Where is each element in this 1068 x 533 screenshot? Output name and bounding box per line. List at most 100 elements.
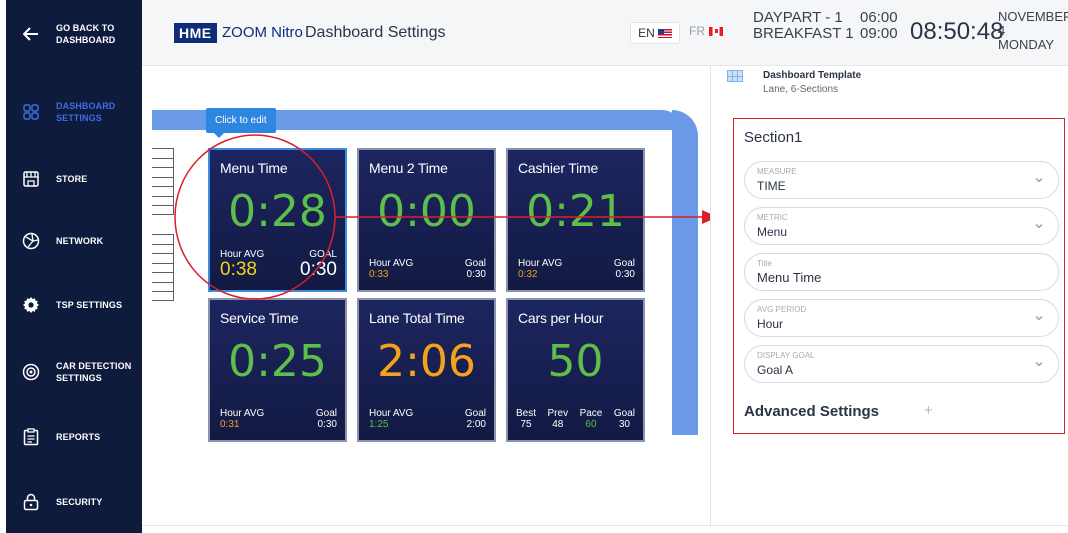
daypart-end: 09:00 [860,25,898,42]
language-fr-button[interactable]: FR [689,24,723,38]
tile-avg: Hour AVG 1:25 [369,408,413,430]
tile-title: Menu Time [220,160,288,176]
sidebar-item-network[interactable]: NETWORK [6,230,142,252]
display-goal-select[interactable]: DISPLAY GOAL Goal A [744,345,1059,383]
field-value: Hour [757,317,784,331]
tile-avg-label: Hour AVG [220,408,265,419]
tile-avg-value: 1:25 [369,419,389,430]
tile-goal: Goal 2:00 [465,408,486,430]
sidebar-item-label: CAR DETECTION SETTINGS [56,361,132,383]
stat-pace: Pace 60 [580,408,603,430]
tile-cars-per-hour[interactable]: Cars per Hour 50 Best 75 Prev 48 Pace 60 Go… [506,298,645,442]
canada-flag-icon [709,26,723,36]
sidebar-item-store[interactable]: STORE [6,168,142,190]
tile-goal: GOAL 0:30 [300,249,337,280]
tile-menu-time[interactable]: Menu Time 0:28 Hour AVG 0:38 GOAL 0:30 [208,148,347,292]
template-icon [727,70,745,92]
advanced-settings-expand-button[interactable]: + [924,402,933,419]
tile-avg: Hour AVG 0:38 [220,249,264,280]
daypart-info: DAYPART - 1 BREAKFAST 1 [753,10,854,42]
clock: 08:50:48 [910,18,1004,45]
field-label: METRIC [757,213,788,222]
sidebar-item-dashboard-settings[interactable]: DASHBOARD SETTINGS [6,100,142,124]
car-detection-icon [20,361,42,383]
stat-best: Best 75 [516,408,536,430]
tile-title: Menu 2 Time [369,160,448,176]
tile-goal-value: 0:30 [317,419,337,430]
tile-goal: Goal 0:30 [465,258,486,280]
tile-goal: Goal 0:30 [316,408,337,430]
stat-value: 48 [552,419,564,430]
field-label: DISPLAY GOAL [757,351,815,360]
go-back-label: GO BACK TO DASHBOARD [56,23,116,45]
dashboard-preview: Menu Time 0:28 Hour AVG 0:38 GOAL 0:30 M… [142,66,710,525]
measure-select[interactable]: MEASURE TIME [744,161,1059,199]
lock-icon [20,491,42,513]
chevron-down-icon [1035,178,1043,183]
us-flag-icon [657,28,672,38]
sidebar-item-label: TSP SETTINGS [56,300,123,310]
sidebar-item-security[interactable]: SECURITY [6,491,142,513]
tile-avg-value: 0:31 [220,419,240,430]
sidebar-item-label: STORE [56,174,88,184]
tile-goal-value: 0:30 [300,259,337,280]
language-en-button[interactable]: EN [630,22,680,44]
header: HME ZOOM Nitro Dashboard Settings EN FR … [142,0,1068,66]
stat-label: Best [516,408,537,419]
store-icon [20,168,42,190]
tile-service-time[interactable]: Service Time 0:25 Hour AVG 0:31 Goal 0:3… [208,298,347,442]
field-value: Menu [757,225,788,239]
tile-value: 0:25 [228,336,327,387]
tile-value: 0:28 [228,186,327,237]
tile-cashier-time[interactable]: Cashier Time 0:21 Hour AVG 0:32 Goal 0:3… [506,148,645,292]
stat-value: 75 [520,419,532,430]
tile-goal-value: 0:30 [466,269,486,280]
tile-menu-2-time[interactable]: Menu 2 Time 0:00 Hour AVG 0:33 Goal 0:30 [357,148,496,292]
daypart-start: 06:00 [860,9,898,26]
tile-avg-value: 0:33 [369,269,389,280]
tile-goal: Goal 0:30 [614,258,635,280]
footer-divider [142,525,1068,526]
go-back-button[interactable]: GO BACK TO DASHBOARD [6,22,142,46]
advanced-settings-label: Advanced Settings [744,403,880,420]
tile-title: Cashier Time [518,160,599,176]
date-month-day: NOVEMBER 4 [998,9,1068,38]
page-title: Dashboard Settings [305,24,446,41]
daypart-name: BREAKFAST 1 [753,25,854,42]
tile-goal-label: Goal [464,258,486,269]
sidebar-item-label: SECURITY [56,497,103,507]
tile-avg: Hour AVG 0:33 [369,258,413,280]
stat-goal: Goal 30 [614,408,635,430]
tile-title: Cars per Hour [518,310,604,326]
tile-avg-label: Hour AVG [369,408,414,419]
stat-label: Prev [547,408,569,419]
sidebar-item-label: DASHBOARD SETTINGS [56,101,116,123]
tile-lane-total-time[interactable]: Lane Total Time 2:06 Hour AVG 1:25 Goal … [357,298,496,442]
tile-value: 0:21 [526,186,625,237]
tile-avg-value: 0:38 [220,259,257,280]
tile-avg: Hour AVG 0:32 [518,258,562,280]
click-to-edit-tooltip: Click to edit [206,108,276,138]
sidebar-item-reports[interactable]: REPORTS [6,426,142,448]
title-input[interactable]: Title Menu Time [744,253,1059,291]
metric-select[interactable]: METRIC Menu [744,207,1059,245]
annotation-overlay [174,134,710,300]
daypart-times: 06:00 09:00 [860,10,898,42]
stat-prev: Prev 48 [548,408,569,430]
queue-slots-top [152,148,174,215]
section-title: Section1 [744,129,803,146]
tile-title: Service Time [220,310,299,326]
avg-period-select[interactable]: AVG PERIOD Hour [744,299,1059,337]
sidebar-item-tsp-settings[interactable]: TSP SETTINGS [6,294,142,316]
stat-label: Goal [613,408,635,419]
sidebar-item-car-detection-settings[interactable]: CAR DETECTION SETTINGS [6,360,142,384]
zoom-nitro-logo: ZOOM Nitro [222,24,303,41]
tile-avg: Hour AVG 0:31 [220,408,264,430]
tile-goal-label: Goal [613,258,635,269]
hme-logo: HME [174,23,217,43]
tile-goal-value: 2:00 [466,419,486,430]
lane-track-right [672,110,698,435]
stat-value: 60 [585,419,597,430]
field-value: TIME [757,179,786,193]
tile-value: 50 [547,336,604,387]
